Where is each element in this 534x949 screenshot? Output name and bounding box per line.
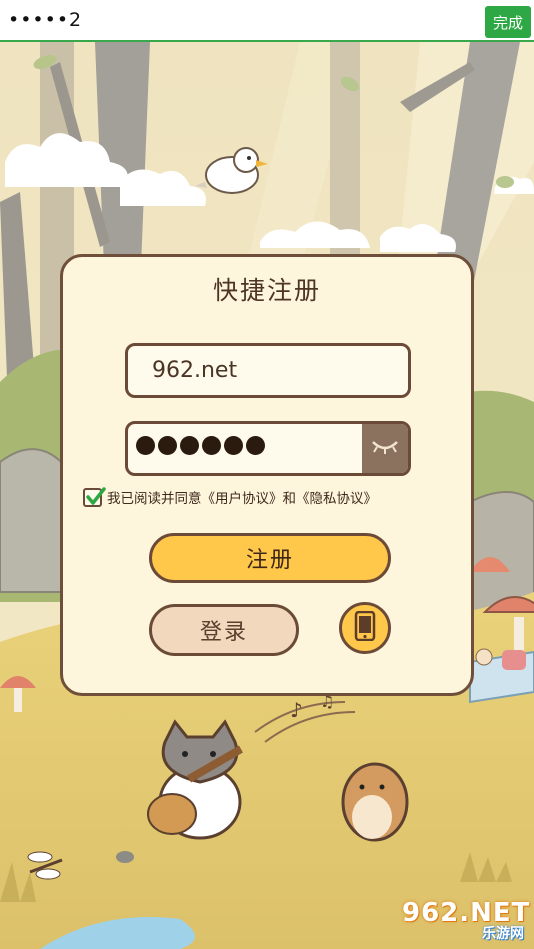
password-mask[interactable]	[136, 436, 265, 455]
password-mask-dot	[246, 436, 265, 455]
login-button[interactable]: 登录	[149, 604, 299, 656]
password-input-text[interactable]: •••••2	[8, 9, 82, 31]
password-mask-dot	[180, 436, 199, 455]
register-button[interactable]: 注册	[149, 533, 391, 583]
agreement-row: 我已阅读并同意《用户协议》和《隐私协议》	[83, 486, 377, 508]
done-button[interactable]: 完成	[485, 6, 531, 38]
agree-checkbox[interactable]	[83, 486, 106, 507]
svg-text:♪: ♪	[290, 698, 303, 722]
hamster-illustration	[341, 762, 409, 842]
password-mask-dot	[202, 436, 221, 455]
site-watermark: 962.NET 乐游网	[394, 898, 530, 944]
password-mask-dot	[136, 436, 155, 455]
register-panel: 快捷注册 962.net 我已阅读并同意《用户协议》和《隐私协议》 注册 登录	[60, 254, 474, 696]
watermark-sub-text: 乐游网	[482, 926, 524, 942]
account-input-value[interactable]: 962.net	[152, 358, 237, 383]
agreement-text[interactable]: 我已阅读并同意《用户协议》和《隐私协议》	[107, 487, 377, 507]
eye-closed-icon	[371, 438, 399, 460]
checkmark-icon	[85, 486, 107, 512]
password-input-bar[interactable]: •••••2 完成	[0, 0, 534, 42]
password-field[interactable]	[125, 421, 411, 476]
password-mask-dot	[224, 436, 243, 455]
toggle-password-visibility-button[interactable]	[362, 424, 408, 473]
phone-login-button[interactable]	[339, 602, 391, 654]
account-field[interactable]: 962.net	[125, 343, 411, 398]
panel-title: 快捷注册	[212, 276, 321, 305]
password-mask-dot	[158, 436, 177, 455]
phone-icon	[354, 610, 376, 645]
